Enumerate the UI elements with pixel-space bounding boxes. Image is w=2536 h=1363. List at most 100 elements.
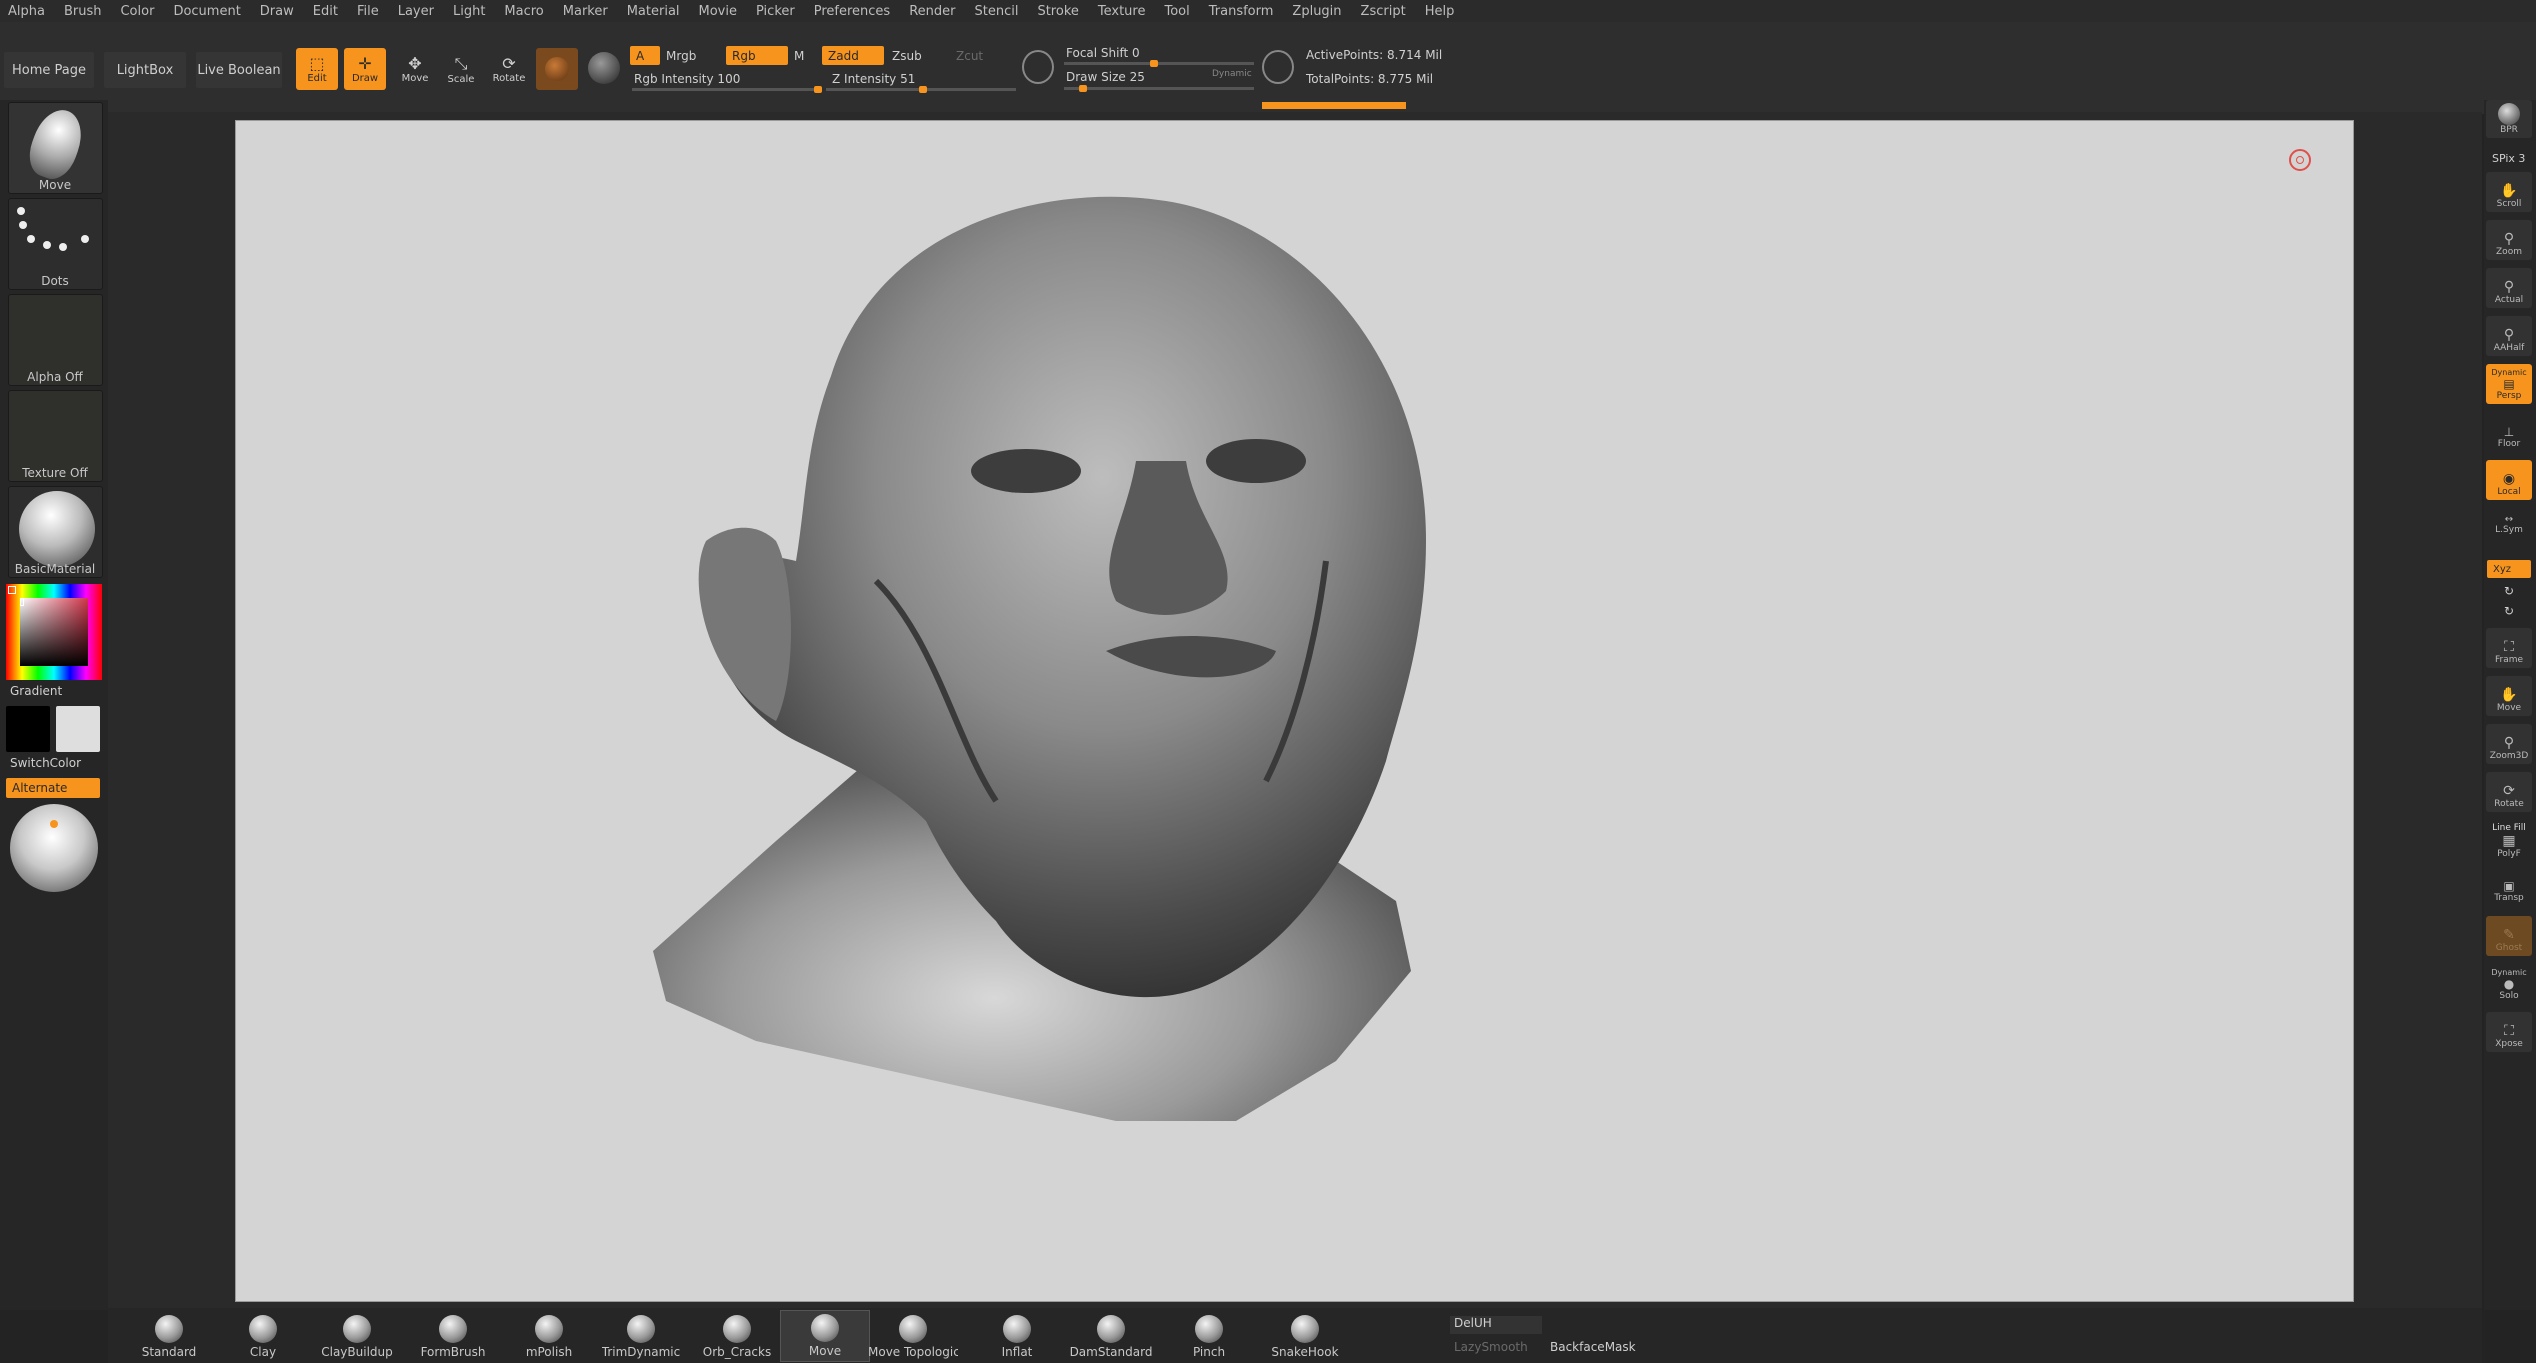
menu-stroke[interactable]: Stroke: [1037, 4, 1078, 19]
zadd-toggle[interactable]: Zadd: [822, 46, 884, 65]
draw-mode-button[interactable]: ✛ Draw: [344, 48, 386, 90]
gradient-label[interactable]: Gradient: [10, 684, 62, 698]
document-canvas[interactable]: [235, 120, 2354, 1302]
frame-button[interactable]: ⛶ Frame: [2486, 628, 2532, 668]
m-toggle[interactable]: M: [794, 49, 804, 63]
rotate-mode-button[interactable]: ⟳ Rotate: [488, 48, 530, 90]
deluh-button[interactable]: DelUH: [1450, 1316, 1542, 1334]
brush-pinch[interactable]: Pinch: [1164, 1310, 1254, 1362]
brush-formbrush[interactable]: FormBrush: [408, 1310, 498, 1362]
menu-movie[interactable]: Movie: [699, 4, 737, 19]
polyf-button[interactable]: Line Fill ▦ PolyF: [2486, 818, 2532, 862]
primary-color-swatch[interactable]: [6, 706, 50, 752]
brush-move[interactable]: Move: [780, 1310, 870, 1362]
rotate-view-button[interactable]: ⟳ Rotate: [2486, 772, 2532, 812]
brush-mpolish[interactable]: mPolish: [504, 1310, 594, 1362]
zoom-button[interactable]: ⚲ Zoom: [2486, 220, 2532, 260]
lightbox-button[interactable]: LightBox: [104, 52, 186, 88]
brush-clay[interactable]: Clay: [218, 1310, 308, 1362]
brush-snakehook[interactable]: SnakeHook: [1260, 1310, 1350, 1362]
menu-document[interactable]: Document: [173, 4, 240, 19]
menu-file[interactable]: File: [357, 4, 379, 19]
rgb-toggle[interactable]: Rgb: [726, 46, 788, 65]
local-button[interactable]: ◉ Local: [2486, 460, 2532, 500]
scale-mode-button[interactable]: ⤡ Scale: [440, 48, 482, 90]
draw-size-knob[interactable]: [1079, 85, 1087, 92]
menu-picker[interactable]: Picker: [756, 4, 795, 19]
actual-button[interactable]: ⚲ Actual: [2486, 268, 2532, 308]
menu-color[interactable]: Color: [120, 4, 154, 19]
draw-size-slider[interactable]: [1064, 85, 1254, 92]
zcut-toggle[interactable]: Zcut: [956, 49, 983, 63]
brush-standard[interactable]: Standard: [124, 1310, 214, 1362]
menu-tool[interactable]: Tool: [1164, 4, 1189, 19]
dynamic-label[interactable]: Dynamic: [1212, 69, 1252, 79]
menu-material[interactable]: Material: [627, 4, 680, 19]
menu-brush[interactable]: Brush: [64, 4, 102, 19]
menu-draw[interactable]: Draw: [260, 4, 294, 19]
color-picker[interactable]: [6, 584, 102, 680]
persp-button[interactable]: Dynamic ▤ Persp: [2486, 364, 2532, 404]
home-page-button[interactable]: Home Page: [4, 52, 94, 88]
menu-light[interactable]: Light: [453, 4, 485, 19]
brush-trimdynamic[interactable]: TrimDynamic: [596, 1310, 686, 1362]
a-toggle[interactable]: A: [630, 46, 660, 65]
brush-claybuildup[interactable]: ClayBuildup: [312, 1310, 402, 1362]
light-position-marker[interactable]: [50, 820, 58, 828]
menu-zscript[interactable]: Zscript: [1361, 4, 1406, 19]
zsub-toggle[interactable]: Zsub: [892, 49, 922, 63]
solo-button[interactable]: Dynamic ● Solo: [2486, 960, 2532, 1004]
color-marker[interactable]: [20, 598, 24, 606]
menu-texture[interactable]: Texture: [1098, 4, 1146, 19]
z-intensity-slider[interactable]: [826, 86, 1016, 93]
rgb-intensity-slider[interactable]: [632, 86, 822, 93]
stroke-s-icon[interactable]: [1022, 50, 1054, 84]
menu-macro[interactable]: Macro: [504, 4, 543, 19]
floor-button[interactable]: ⊥ Floor: [2486, 412, 2532, 452]
aahalf-button[interactable]: ⚲ AAHalf: [2486, 316, 2532, 356]
brush-orb-cracks[interactable]: Orb_Cracks: [692, 1310, 782, 1362]
transp-button[interactable]: ▣ Transp: [2486, 872, 2532, 906]
xpose-button[interactable]: ⛶ Xpose: [2486, 1012, 2532, 1052]
focal-shift-slider[interactable]: [1064, 60, 1254, 67]
brush-inflat[interactable]: Inflat: [972, 1310, 1062, 1362]
color-picker-sv-square[interactable]: [20, 598, 88, 666]
menu-layer[interactable]: Layer: [398, 4, 434, 19]
xyz-button[interactable]: Xyz: [2487, 560, 2531, 578]
hue-marker[interactable]: [8, 586, 16, 594]
move-mode-button[interactable]: ✥ Move: [394, 48, 436, 90]
bpr-button[interactable]: BPR: [2486, 100, 2532, 138]
menu-alpha[interactable]: Alpha: [8, 4, 45, 19]
light-sphere[interactable]: [10, 804, 98, 892]
ghost-button[interactable]: ✎ Ghost: [2486, 916, 2532, 956]
scroll-button[interactable]: ✋ Scroll: [2486, 172, 2532, 212]
secondary-color-swatch[interactable]: [56, 706, 100, 752]
mrgb-toggle[interactable]: Mrgb: [666, 49, 696, 63]
zoom3d-button[interactable]: ⚲ Zoom3D: [2486, 724, 2532, 764]
material-channel-button[interactable]: [536, 48, 578, 90]
menu-stencil[interactable]: Stencil: [974, 4, 1018, 19]
backface-mask-button[interactable]: BackfaceMask: [1550, 1340, 1636, 1354]
brush-damstandard[interactable]: DamStandard: [1066, 1310, 1156, 1362]
menu-edit[interactable]: Edit: [313, 4, 338, 19]
lsym-button[interactable]: ↔ L.Sym: [2486, 508, 2532, 538]
rotate-z-icon[interactable]: ↻: [2496, 602, 2522, 620]
lazysmooth-slider[interactable]: LazySmooth: [1454, 1340, 1528, 1354]
alternate-button[interactable]: Alternate: [6, 778, 100, 798]
menu-render[interactable]: Render: [909, 4, 955, 19]
menu-marker[interactable]: Marker: [563, 4, 608, 19]
menu-preferences[interactable]: Preferences: [814, 4, 890, 19]
edit-mode-button[interactable]: ⬚ Edit: [296, 48, 338, 90]
z-intensity-knob[interactable]: [918, 86, 927, 93]
brush-move-topologica[interactable]: Move Topologica: [868, 1310, 958, 1362]
preview-sphere-icon[interactable]: [588, 52, 620, 84]
stroke-d-icon[interactable]: [1262, 50, 1294, 84]
menu-help[interactable]: Help: [1425, 4, 1455, 19]
menu-zplugin[interactable]: Zplugin: [1292, 4, 1341, 19]
switch-color-label[interactable]: SwitchColor: [10, 756, 81, 770]
menu-transform[interactable]: Transform: [1209, 4, 1274, 19]
move-view-button[interactable]: ✋ Move: [2486, 676, 2532, 716]
rgb-intensity-knob[interactable]: [814, 86, 822, 93]
spix-label[interactable]: SPix 3: [2492, 152, 2525, 165]
rotate-y-icon[interactable]: ↻: [2496, 582, 2522, 600]
